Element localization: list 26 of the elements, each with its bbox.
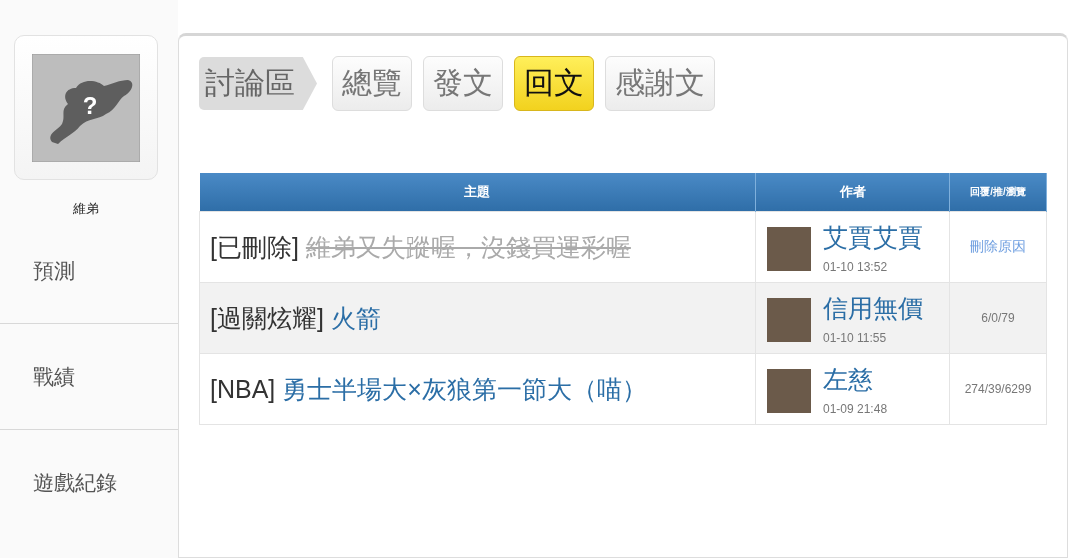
sidebar-item[interactable]: 遊戲紀錄 xyxy=(0,430,178,536)
user-name: 維弟 xyxy=(72,200,100,218)
post-time: 01-10 13:52 xyxy=(823,259,889,274)
post-time: 01-10 11:55 xyxy=(823,330,888,345)
stats-cell: 274/39/6299 xyxy=(949,353,1047,425)
photo-placeholder xyxy=(767,297,811,342)
post-time: 01-09 21:48 xyxy=(823,401,888,416)
column-header: 作者 xyxy=(755,173,950,212)
breadcrumb[interactable]: 討論區 xyxy=(199,57,317,110)
delete-reason-link[interactable]: 刪除原因 xyxy=(949,211,1047,283)
topic-title[interactable]: [過關炫耀] 火箭 xyxy=(201,284,754,352)
topic-title[interactable]: [NBA] 勇士半場大×灰狼第一節大（喵） xyxy=(201,355,754,423)
photo-placeholder xyxy=(767,226,811,271)
topic-title[interactable]: [已刪除] 維弟又失蹤喔，沒錢買運彩喔 xyxy=(201,213,754,281)
tab[interactable]: 感謝文 xyxy=(605,56,715,111)
stats-cell: 6/0/79 xyxy=(949,282,1047,354)
author-name[interactable]: 信用無價 xyxy=(823,291,923,325)
author-name[interactable]: 艾賈艾賈 xyxy=(823,220,923,254)
tab[interactable]: 總覽 xyxy=(332,56,412,111)
unknown-avatar-icon: ? xyxy=(32,53,140,162)
column-header: 回覆/推/瀏覽 xyxy=(949,173,1047,212)
tab[interactable]: 回文 xyxy=(514,56,594,111)
photo-placeholder xyxy=(767,368,811,413)
author-name[interactable]: 左慈 xyxy=(823,362,888,396)
tab[interactable]: 發文 xyxy=(423,56,503,111)
column-header: 主題 xyxy=(199,173,756,212)
